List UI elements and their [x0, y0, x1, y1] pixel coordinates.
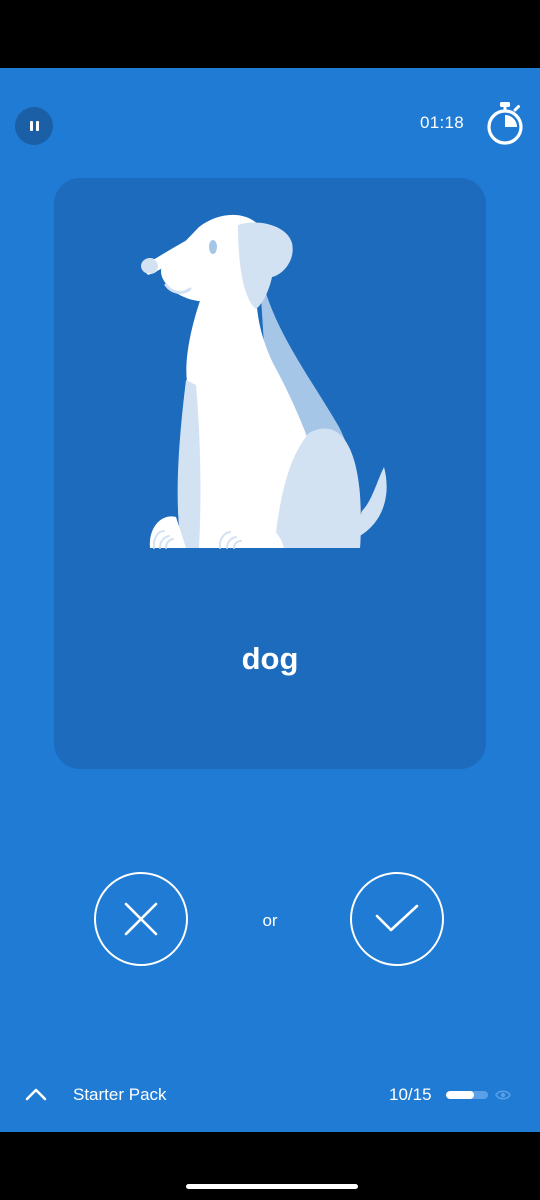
chevron-up-icon[interactable]	[24, 1083, 48, 1107]
pack-name[interactable]: Starter Pack	[73, 1085, 167, 1105]
check-icon	[375, 904, 419, 932]
pause-icon	[29, 121, 33, 131]
stopwatch-icon	[487, 102, 523, 145]
timer-value: 01:18	[420, 113, 465, 132]
dog-illustration	[141, 214, 387, 549]
home-indicator[interactable]	[186, 1184, 358, 1189]
accept-button[interactable]	[350, 872, 444, 966]
status-bar	[0, 0, 540, 68]
or-label: or	[262, 911, 278, 930]
progress-bar	[446, 1091, 488, 1099]
card-word: dog	[241, 641, 299, 676]
pause-button[interactable]	[15, 107, 53, 145]
eye-icon[interactable]	[495, 1088, 511, 1102]
navigation-bar	[0, 1132, 540, 1200]
progress-counter: 10/15	[389, 1085, 432, 1104]
progress-bar-fill	[446, 1091, 475, 1099]
